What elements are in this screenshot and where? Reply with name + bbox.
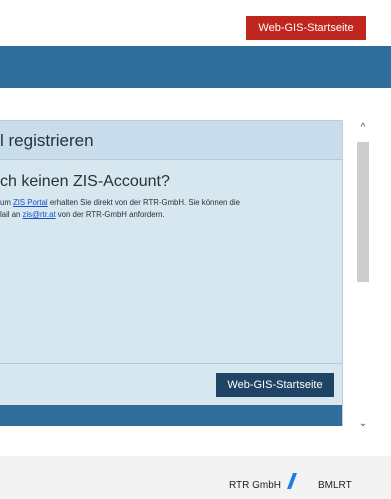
- modal-description: um ZIS Portal erhalten Sie direkt von de…: [0, 197, 338, 221]
- modal-bottom-bar: [0, 405, 342, 426]
- top-bar: Web-GIS-Startseite: [0, 0, 391, 45]
- text-line1-suffix: erhalten Sie direkt von der RTR-GmbH. Si…: [47, 198, 240, 207]
- vertical-scrollbar[interactable]: ^ ⌄: [355, 120, 371, 434]
- text-line2-prefix: lail an: [0, 210, 23, 219]
- zis-portal-link[interactable]: ZIS Portal: [13, 198, 48, 207]
- chevron-up-icon[interactable]: ^: [355, 120, 371, 136]
- slash-icon: [287, 473, 297, 489]
- text-line2-suffix: von der RTR-GmbH anfordern.: [55, 210, 165, 219]
- modal-header: l registrieren: [0, 121, 342, 160]
- modal-footer-divider: [0, 363, 342, 364]
- scrollbar-thumb[interactable]: [357, 142, 369, 282]
- footer: RTR GmbH BMLRT: [0, 456, 391, 499]
- text-line1-prefix: um: [0, 198, 13, 207]
- modal-title: l registrieren: [0, 131, 94, 150]
- footer-rtr-link[interactable]: RTR GmbH: [229, 480, 281, 491]
- header-band: [0, 46, 391, 88]
- modal-web-gis-startseite-button[interactable]: Web-GIS-Startseite: [216, 373, 334, 397]
- register-modal: l registrieren ch keinen ZIS-Account? um…: [0, 120, 343, 426]
- web-gis-startseite-button[interactable]: Web-GIS-Startseite: [246, 16, 366, 40]
- modal-heading: ch keinen ZIS-Account?: [0, 173, 170, 190]
- chevron-down-icon[interactable]: ⌄: [355, 416, 371, 432]
- footer-bmlrt-link[interactable]: BMLRT: [318, 480, 352, 491]
- zis-email-link[interactable]: zis@rtr.at: [23, 210, 56, 219]
